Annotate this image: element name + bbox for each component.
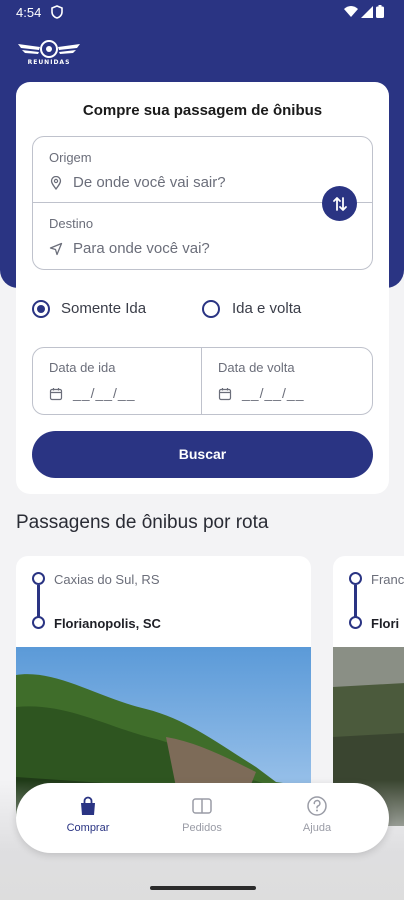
route-origin-dot [349, 572, 362, 585]
search-card-title: Compre sua passagem de ônibus [82, 102, 323, 119]
logo-text: REUNIDAS [27, 59, 71, 66]
route-from: Franc [371, 572, 404, 587]
return-date-label: Data de volta [218, 360, 295, 375]
departure-date-label: Data de ida [49, 360, 116, 375]
swap-button[interactable] [322, 186, 357, 221]
ticket-icon [192, 798, 212, 814]
route-to: Flori [371, 616, 400, 631]
brand-logo[interactable]: REUNIDAS [16, 38, 82, 68]
route-from: Caxias do Sul, RS [54, 572, 160, 587]
navigation-arrow-icon [49, 242, 63, 256]
route-line [354, 585, 357, 617]
radio-round-trip[interactable] [202, 300, 220, 318]
signal-icon [361, 5, 373, 18]
nav-label: Ajuda [302, 822, 332, 834]
wifi-icon [344, 5, 358, 17]
nav-item-pedidos[interactable]: Pedidos [162, 795, 242, 834]
shield-icon [51, 5, 63, 19]
date-box: Data de ida __/__/__ Data de volta __/__… [32, 347, 373, 415]
nav-item-comprar[interactable]: Comprar [48, 795, 128, 834]
route-destination-dot [349, 616, 362, 629]
status-time: 4:54 [16, 5, 42, 20]
origin-label: Origem [49, 150, 92, 165]
home-indicator[interactable] [150, 886, 256, 890]
location-pin-icon [50, 176, 62, 190]
status-bar: 4:54 [0, 0, 404, 26]
winged-wheel-icon [18, 40, 80, 58]
shopping-bag-icon [81, 796, 95, 815]
destination-input[interactable]: Para onde você vai? [73, 240, 210, 257]
route-line [37, 585, 40, 617]
origin-input[interactable]: De onde você vai sair? [73, 174, 226, 191]
departure-date-input[interactable]: __/__/__ [73, 385, 136, 401]
route-origin-dot [32, 572, 45, 585]
one-way-label[interactable]: Somente Ida [61, 300, 146, 317]
swap-arrows-icon [332, 196, 347, 211]
return-date-input[interactable]: __/__/__ [242, 385, 305, 401]
destination-label: Destino [49, 216, 94, 231]
status-icons [344, 5, 384, 18]
nav-label: Pedidos [182, 822, 222, 834]
calendar-icon [49, 388, 63, 401]
search-card: Compre sua passagem de ônibus Origem De … [16, 82, 389, 494]
round-trip-label[interactable]: Ida e volta [232, 300, 301, 317]
search-button[interactable]: Buscar [32, 431, 373, 478]
route-destination-dot [32, 616, 45, 629]
calendar-icon [218, 388, 232, 401]
date-divider [201, 348, 202, 414]
help-icon [307, 796, 327, 816]
bottom-navigation: Comprar Pedidos Ajuda [16, 783, 389, 853]
nav-label: Comprar [66, 822, 110, 834]
nav-item-ajuda[interactable]: Ajuda [277, 795, 357, 834]
routes-section-title: Passagens de ônibus por rota [16, 512, 269, 533]
radio-one-way[interactable] [32, 300, 50, 318]
route-to: Florianopolis, SC [54, 616, 161, 631]
battery-icon [376, 5, 384, 18]
